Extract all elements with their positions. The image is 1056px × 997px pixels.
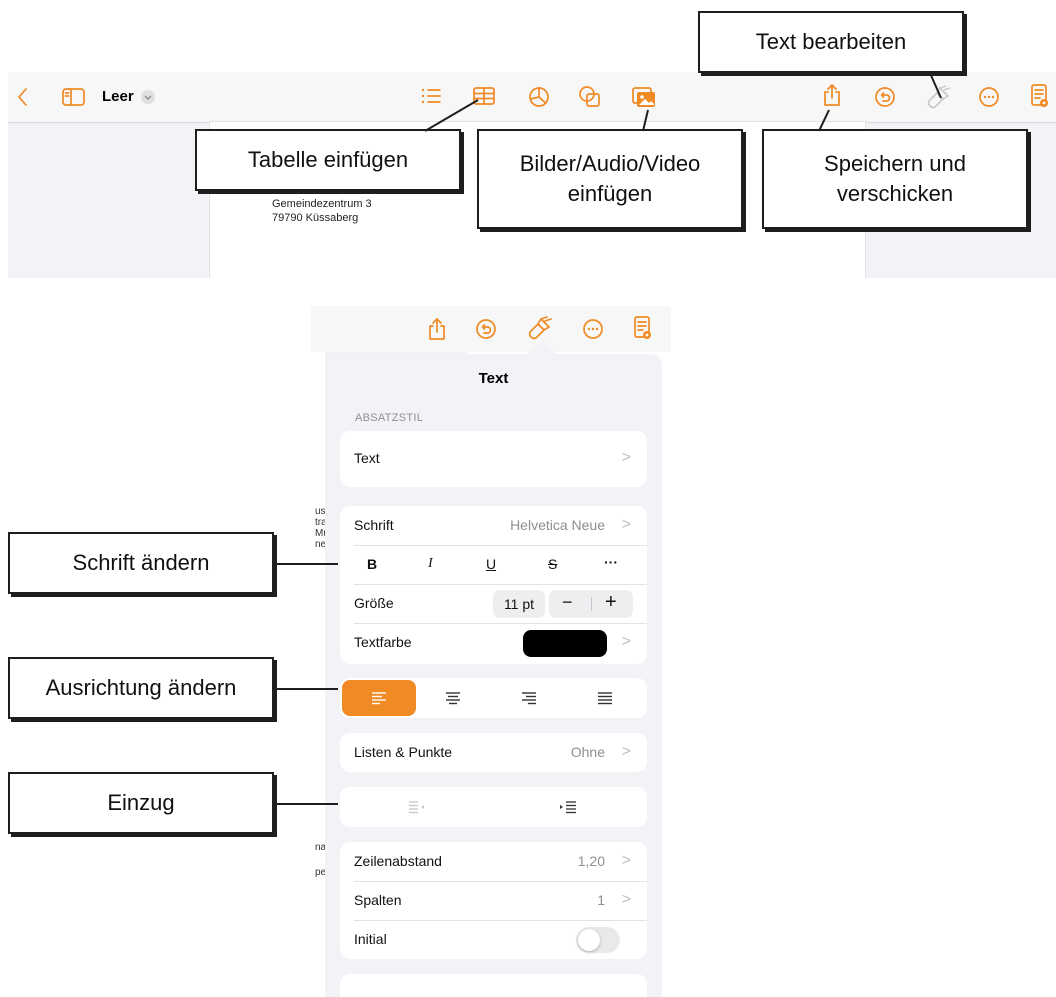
- chevron-right-icon: >: [621, 449, 631, 466]
- mini-toolbar: [311, 306, 671, 352]
- decrease-size-button[interactable]: −: [562, 592, 573, 613]
- text-format-popover: Text ABSATZSTIL Text > Schrift Helvetica…: [325, 354, 662, 997]
- callout-ausrichtung-aendern: Ausrichtung ändern: [8, 657, 274, 719]
- dropcap-label: Initial: [354, 931, 387, 947]
- popover-title: Text: [478, 370, 509, 387]
- chevron-right-icon: >: [621, 633, 631, 650]
- size-row: Größe 11 pt − +: [340, 584, 647, 623]
- align-center-icon: [446, 692, 460, 705]
- text-color-swatch[interactable]: [523, 630, 607, 657]
- background-document: ust tra Mu ne nar pe: [311, 352, 329, 997]
- callout-schrift-aendern: Schrift ändern: [8, 532, 274, 594]
- chevron-right-icon: >: [621, 891, 631, 908]
- format-panel-screenshot: ust tra Mu ne nar pe Text ABSATZSTIL Tex…: [311, 306, 671, 997]
- size-label: Größe: [354, 595, 394, 611]
- style-buttons-row: B I U S ···: [340, 545, 647, 584]
- font-row[interactable]: Schrift Helvetica Neue >: [340, 506, 647, 545]
- line-spacing-value: 1,20: [577, 853, 605, 869]
- paragraph-style-group: Text >: [340, 431, 647, 487]
- toggle-knob: [578, 929, 600, 951]
- increase-size-button[interactable]: +: [605, 591, 617, 614]
- chevron-right-icon: >: [621, 743, 631, 760]
- stepper-divider: [591, 597, 592, 611]
- dropcap-toggle[interactable]: [576, 927, 620, 953]
- more-icon[interactable]: [582, 318, 604, 340]
- spacing-group: Zeilenabstand 1,20 > Spalten 1 > Initial: [340, 842, 647, 959]
- align-justify-icon: [598, 692, 612, 705]
- align-center-button[interactable]: [445, 691, 461, 705]
- callout-einzug-label: Einzug: [107, 790, 175, 815]
- chevron-right-icon: >: [621, 516, 631, 533]
- section-header: ABSATZSTIL: [355, 412, 424, 424]
- format-brush-icon[interactable]: [527, 315, 553, 341]
- lists-row[interactable]: Listen & Punkte Ohne >: [340, 733, 647, 772]
- text-color-row[interactable]: Textfarbe >: [340, 623, 647, 662]
- align-right-icon: [522, 692, 536, 705]
- columns-row[interactable]: Spalten 1 >: [340, 881, 647, 920]
- font-label: Schrift: [354, 517, 394, 533]
- align-justify-button[interactable]: [597, 691, 613, 705]
- font-group: Schrift Helvetica Neue > B I U S ··· Grö…: [340, 506, 647, 664]
- dropcap-row: Initial: [340, 920, 647, 959]
- bold-button[interactable]: B: [367, 556, 377, 572]
- increase-indent-icon: [560, 801, 576, 814]
- callout-schrift-label: Schrift ändern: [72, 550, 210, 575]
- lists-label: Listen & Punkte: [354, 744, 453, 760]
- connector-line: [274, 688, 338, 690]
- chevron-right-icon: >: [621, 852, 631, 869]
- share-icon[interactable]: [426, 316, 448, 342]
- increase-indent-button[interactable]: [559, 800, 577, 814]
- underline-button[interactable]: U: [486, 556, 496, 572]
- decrease-indent-icon: [409, 801, 424, 814]
- undo-icon[interactable]: [475, 318, 497, 340]
- lists-group: Listen & Punkte Ohne >: [340, 733, 647, 772]
- lists-value: Ohne: [570, 744, 605, 760]
- decrease-indent-button[interactable]: [408, 800, 426, 814]
- connector-line: [274, 803, 338, 805]
- line-spacing-row[interactable]: Zeilenabstand 1,20 >: [340, 842, 647, 881]
- paragraph-style-value: Text: [354, 450, 380, 466]
- indent-group: [340, 787, 647, 827]
- top-connector-lines: [424, 72, 942, 132]
- font-value: Helvetica Neue: [510, 517, 605, 533]
- size-stepper: − +: [549, 590, 633, 618]
- more-styles-button[interactable]: ···: [604, 554, 618, 570]
- columns-value: 1: [597, 892, 605, 908]
- text-color-label: Textfarbe: [354, 634, 412, 650]
- next-group-partial: [340, 974, 647, 997]
- line-spacing-label: Zeilenabstand: [354, 853, 442, 869]
- connector-line: [274, 563, 338, 565]
- alignment-group: [340, 678, 647, 718]
- italic-button[interactable]: I: [428, 556, 433, 572]
- strikethrough-button[interactable]: S: [548, 556, 557, 572]
- columns-label: Spalten: [354, 892, 402, 908]
- callout-ausrichtung-label: Ausrichtung ändern: [45, 675, 237, 700]
- paragraph-style-row[interactable]: Text >: [340, 439, 647, 478]
- callout-einzug: Einzug: [8, 772, 274, 834]
- align-left-icon: [372, 692, 386, 705]
- size-value[interactable]: 11 pt: [493, 590, 545, 618]
- align-left-button[interactable]: [342, 680, 416, 716]
- align-right-button[interactable]: [521, 691, 537, 705]
- document-setup-icon[interactable]: [633, 315, 653, 341]
